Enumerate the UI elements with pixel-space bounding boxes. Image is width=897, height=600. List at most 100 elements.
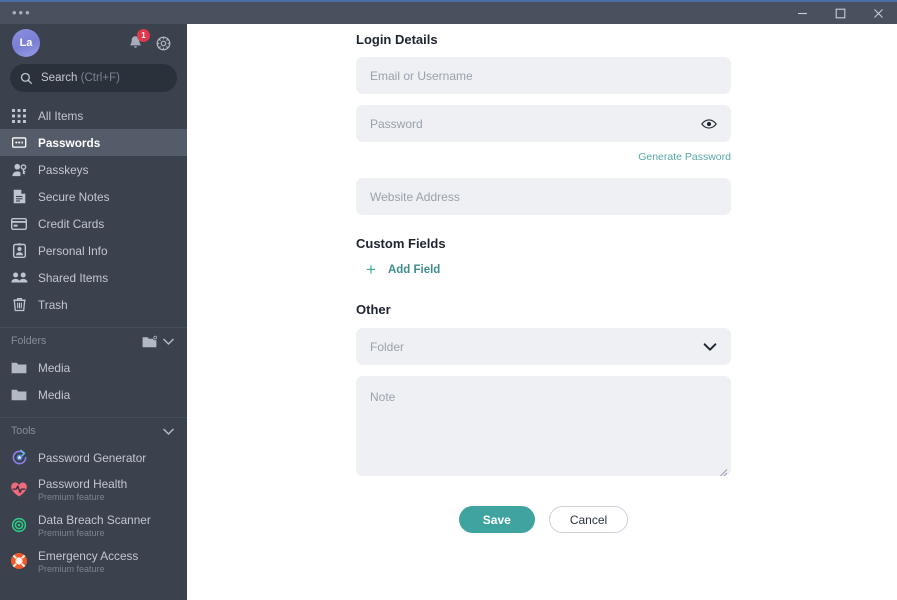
other-title: Other bbox=[356, 302, 391, 317]
tool-item-sublabel: Premium feature bbox=[38, 491, 105, 502]
cancel-button[interactable]: Cancel bbox=[548, 506, 629, 533]
notifications-button[interactable]: 1 bbox=[124, 29, 150, 54]
avatar[interactable]: La bbox=[12, 29, 40, 57]
sidebar: La 1 Search (Ctrl+F) All Items Passwords… bbox=[0, 24, 187, 600]
credit-card-icon bbox=[9, 214, 29, 234]
maximize-button[interactable] bbox=[821, 2, 859, 24]
website-placeholder: Website Address bbox=[370, 189, 460, 204]
custom-fields-title: Custom Fields bbox=[356, 236, 446, 251]
generate-password-row: Generate Password bbox=[356, 147, 731, 165]
tool-text-wrap: Password Generator bbox=[38, 451, 146, 465]
add-field-label: Add Field bbox=[387, 263, 441, 276]
sidebar-item-trash[interactable]: Trash bbox=[0, 291, 187, 318]
search-label: Search bbox=[41, 72, 78, 84]
tool-item-password-health[interactable]: Password Health Premium feature bbox=[0, 471, 187, 507]
app-window: ••• La 1 Search (Ctrl+F) All Items Passw… bbox=[0, 0, 897, 600]
folder-placeholder: Folder bbox=[370, 339, 405, 354]
note-icon bbox=[9, 187, 29, 207]
tools-section-header: Tools bbox=[0, 418, 187, 444]
folder-item-media-2[interactable]: Media bbox=[0, 381, 187, 408]
sidebar-item-secure-notes[interactable]: Secure Notes bbox=[0, 183, 187, 210]
sidebar-item-credit-cards[interactable]: Credit Cards bbox=[0, 210, 187, 237]
grid-icon bbox=[9, 106, 29, 126]
folder-icon bbox=[9, 385, 29, 405]
sidebar-item-passwords[interactable]: Passwords bbox=[0, 129, 187, 156]
tools-section-title: Tools bbox=[11, 425, 36, 437]
folders-chevron-down-icon[interactable] bbox=[162, 337, 175, 346]
login-details-title: Login Details bbox=[356, 32, 438, 47]
settings-button[interactable] bbox=[151, 32, 175, 54]
folder-item-media-1[interactable]: Media bbox=[0, 354, 187, 381]
search-input[interactable]: Search (Ctrl+F) bbox=[10, 64, 177, 92]
tool-item-data-breach-scanner[interactable]: Data Breach Scanner Premium feature bbox=[0, 507, 187, 543]
minimize-button[interactable] bbox=[783, 2, 821, 24]
note-placeholder: Note bbox=[370, 390, 396, 404]
add-folder-icon[interactable] bbox=[142, 334, 158, 348]
folder-item-label: Media bbox=[38, 387, 71, 402]
sidebar-item-label: Credit Cards bbox=[38, 216, 105, 231]
search-placeholder: Search (Ctrl+F) bbox=[41, 72, 120, 84]
tool-item-label: Data Breach Scanner bbox=[38, 512, 151, 527]
tool-text-wrap: Data Breach Scanner Premium feature bbox=[38, 513, 151, 538]
trash-icon bbox=[9, 295, 29, 315]
passkey-icon bbox=[9, 160, 29, 180]
sidebar-item-shared-items[interactable]: Shared Items bbox=[0, 264, 187, 291]
people-icon bbox=[9, 268, 29, 288]
folder-icon bbox=[9, 358, 29, 378]
title-bar: ••• bbox=[0, 2, 897, 24]
search-shortcut: (Ctrl+F) bbox=[80, 72, 120, 84]
folder-item-label: Media bbox=[38, 360, 71, 375]
generator-icon bbox=[9, 448, 29, 468]
note-textarea[interactable]: Note bbox=[356, 376, 731, 477]
username-placeholder: Email or Username bbox=[370, 68, 473, 83]
close-button[interactable] bbox=[859, 2, 897, 24]
sidebar-item-label: Secure Notes bbox=[38, 189, 110, 204]
username-input[interactable]: Email or Username bbox=[356, 57, 731, 94]
password-form: Login Details Email or Username Password… bbox=[356, 24, 731, 533]
generate-password-link[interactable]: Generate Password bbox=[638, 151, 731, 163]
tool-item-label: Password Generator bbox=[38, 450, 147, 465]
sidebar-item-personal-info[interactable]: Personal Info bbox=[0, 237, 187, 264]
sidebar-nav: All Items Passwords Passkeys Secure Note… bbox=[0, 102, 187, 318]
website-input[interactable]: Website Address bbox=[356, 178, 731, 215]
eye-icon[interactable] bbox=[701, 118, 717, 130]
folders-section-header: Folders bbox=[0, 328, 187, 354]
tool-text-wrap: Emergency Access Premium feature bbox=[38, 549, 138, 574]
tool-item-label: Emergency Access bbox=[38, 548, 139, 563]
sidebar-item-label: Passwords bbox=[38, 135, 101, 150]
tool-item-label: Password Health bbox=[38, 476, 128, 491]
sidebar-item-passkeys[interactable]: Passkeys bbox=[0, 156, 187, 183]
password-input[interactable]: Password bbox=[356, 105, 731, 142]
person-badge-icon bbox=[9, 241, 29, 261]
chevron-down-icon[interactable] bbox=[703, 342, 717, 351]
window-menu-button[interactable]: ••• bbox=[12, 6, 32, 19]
lifebuoy-icon bbox=[9, 551, 29, 571]
tool-item-emergency-access[interactable]: Emergency Access Premium feature bbox=[0, 543, 187, 579]
plus-icon: + bbox=[366, 260, 376, 279]
notification-badge: 1 bbox=[137, 29, 150, 42]
target-icon bbox=[9, 515, 29, 535]
password-icon bbox=[9, 133, 29, 153]
resize-handle-icon[interactable] bbox=[719, 464, 728, 477]
tool-item-sublabel: Premium feature bbox=[38, 527, 105, 538]
add-field-button[interactable]: + Add Field bbox=[366, 261, 731, 278]
main-content: Login Details Email or Username Password… bbox=[187, 24, 897, 600]
sidebar-item-label: Passkeys bbox=[38, 162, 89, 177]
sidebar-item-all-items[interactable]: All Items bbox=[0, 102, 187, 129]
heart-pulse-icon bbox=[9, 479, 29, 499]
form-actions: Save Cancel bbox=[356, 506, 731, 533]
sidebar-item-label: All Items bbox=[38, 108, 84, 123]
tool-text-wrap: Password Health Premium feature bbox=[38, 477, 127, 502]
sidebar-item-label: Personal Info bbox=[38, 243, 108, 258]
folder-select[interactable]: Folder bbox=[356, 328, 731, 365]
folders-section-title: Folders bbox=[11, 335, 47, 347]
tool-item-sublabel: Premium feature bbox=[38, 563, 105, 574]
sidebar-item-label: Shared Items bbox=[38, 270, 109, 285]
password-placeholder: Password bbox=[370, 116, 423, 131]
save-button[interactable]: Save bbox=[458, 506, 535, 533]
sidebar-header: La 1 bbox=[0, 24, 187, 62]
tools-chevron-down-icon[interactable] bbox=[162, 427, 175, 436]
sidebar-item-label: Trash bbox=[38, 297, 68, 312]
tool-item-password-generator[interactable]: Password Generator bbox=[0, 444, 187, 471]
search-icon bbox=[20, 72, 33, 84]
